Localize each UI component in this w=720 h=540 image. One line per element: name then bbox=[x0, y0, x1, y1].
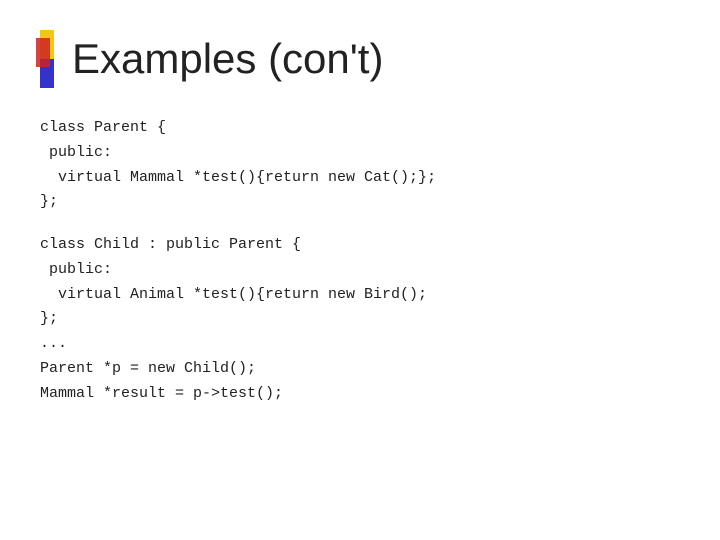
parent-class-block: class Parent { public: virtual Mammal *t… bbox=[40, 116, 680, 215]
code-line: virtual Animal *test(){return new Bird()… bbox=[40, 283, 680, 308]
code-line: virtual Mammal *test(){return new Cat();… bbox=[40, 166, 680, 191]
code-line: class Parent { bbox=[40, 116, 680, 141]
code-line: }; bbox=[40, 307, 680, 332]
accent-decoration bbox=[40, 30, 54, 88]
slide-header: Examples (con't) bbox=[40, 30, 680, 88]
code-line: public: bbox=[40, 258, 680, 283]
code-line: Mammal *result = p->test(); bbox=[40, 382, 680, 407]
code-line: ... bbox=[40, 332, 680, 357]
slide-title: Examples (con't) bbox=[72, 35, 383, 83]
code-spacer bbox=[40, 215, 680, 233]
code-line: public: bbox=[40, 141, 680, 166]
code-content: class Parent { public: virtual Mammal *t… bbox=[40, 116, 680, 406]
slide: Examples (con't) class Parent { public: … bbox=[0, 0, 720, 540]
code-line: class Child : public Parent { bbox=[40, 233, 680, 258]
code-line: Parent *p = new Child(); bbox=[40, 357, 680, 382]
accent-overlay bbox=[36, 38, 50, 67]
code-line: }; bbox=[40, 190, 680, 215]
child-class-block: class Child : public Parent { public: vi… bbox=[40, 233, 680, 406]
